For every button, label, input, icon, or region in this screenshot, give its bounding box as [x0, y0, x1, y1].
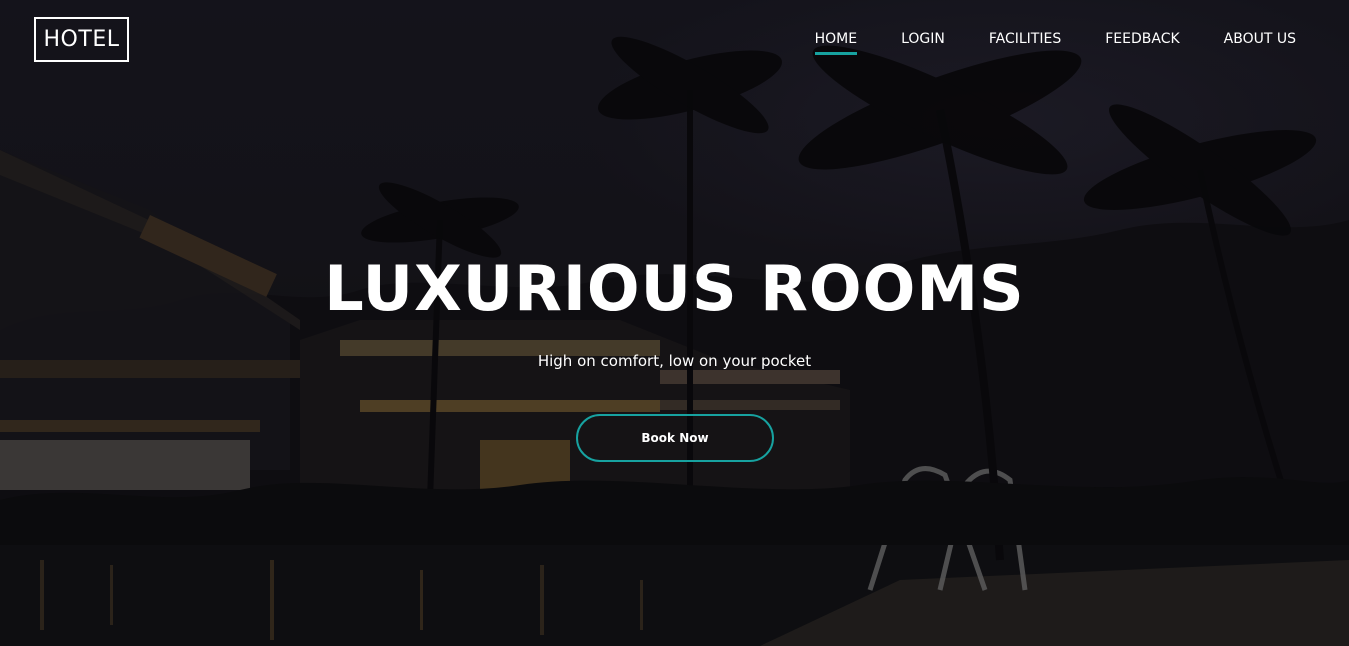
nav-about-us[interactable]: ABOUT US — [1224, 31, 1296, 55]
main-navigation: HOME LOGIN FACILITIES FEEDBACK ABOUT US — [771, 31, 1296, 55]
nav-home[interactable]: HOME — [814, 31, 858, 55]
hero-section: HOTEL HOME LOGIN FACILITIES FEEDBACK ABO… — [0, 0, 1349, 646]
hero-tagline: High on comfort, low on your pocket — [537, 352, 812, 370]
nav-login[interactable]: LOGIN — [901, 31, 945, 55]
nav-facilities[interactable]: FACILITIES — [989, 31, 1061, 55]
book-now-button[interactable]: Book Now — [576, 414, 774, 462]
hotel-logo[interactable]: HOTEL — [34, 17, 129, 62]
nav-feedback[interactable]: FEEDBACK — [1105, 31, 1179, 55]
hero-headline: LUXURIOUS ROOMS — [324, 252, 1025, 325]
